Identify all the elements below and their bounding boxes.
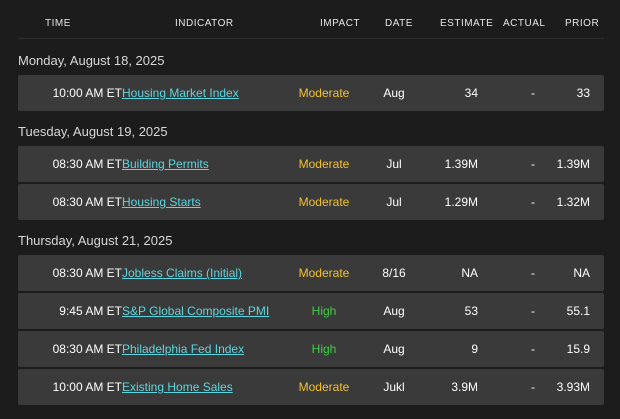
row-period: 8/16 [382, 266, 406, 280]
impact-badge: Moderate [298, 86, 350, 100]
row-time: 10:00 AM ET [52, 380, 122, 394]
indicator-link[interactable]: Building Permits [122, 146, 209, 182]
impact-badge: Moderate [298, 195, 350, 209]
row-time: 10:00 AM ET [52, 86, 122, 100]
row-time: 08:30 AM ET [52, 342, 122, 356]
table-header: TIME INDICATOR IMPACT DATE ESTIMATE ACTU… [18, 0, 604, 39]
row-time: 9:45 AM ET [59, 304, 122, 318]
table-row[interactable]: 08:30 AM ET Jobless Claims (Initial) Mod… [18, 255, 604, 291]
header-time: TIME [45, 18, 71, 29]
date-group-heading: Thursday, August 21, 2025 [18, 233, 173, 248]
row-period: Aug [383, 342, 405, 356]
impact-badge: Moderate [298, 157, 350, 171]
row-prior: 1.32M [556, 195, 590, 209]
row-time: 08:30 AM ET [52, 195, 122, 209]
indicator-link[interactable]: Philadelphia Fed Index [122, 331, 244, 367]
table-row[interactable]: 08:30 AM ET Housing Starts Moderate Jul … [18, 184, 604, 220]
date-group-heading: Monday, August 18, 2025 [18, 53, 165, 68]
row-period: Jul [386, 195, 402, 209]
table-row[interactable]: 10:00 AM ET Housing Market Index Moderat… [18, 75, 604, 111]
row-estimate: 53 [464, 304, 478, 318]
header-prior: PRIOR [565, 18, 600, 29]
row-estimate: 9 [471, 342, 478, 356]
indicator-link[interactable]: Jobless Claims (Initial) [122, 255, 242, 291]
row-period: Jukl [383, 380, 405, 394]
row-estimate: 1.39M [444, 157, 478, 171]
row-prior: 33 [576, 86, 590, 100]
table-row[interactable]: 08:30 AM ET Philadelphia Fed Index High … [18, 331, 604, 367]
row-estimate: 1.29M [444, 195, 478, 209]
date-group-heading: Tuesday, August 19, 2025 [18, 124, 168, 139]
row-prior: 55.1 [566, 304, 590, 318]
indicator-link[interactable]: S&P Global Composite PMI [122, 293, 269, 329]
impact-badge: High [311, 342, 337, 356]
row-period: Aug [383, 304, 405, 318]
row-estimate: 34 [464, 86, 478, 100]
indicator-link[interactable]: Housing Starts [122, 184, 201, 220]
impact-badge: Moderate [298, 380, 350, 394]
row-prior: NA [573, 266, 590, 280]
economic-calendar: TIME INDICATOR IMPACT DATE ESTIMATE ACTU… [0, 0, 620, 419]
impact-badge: High [311, 304, 337, 318]
row-time: 08:30 AM ET [52, 157, 122, 171]
indicator-link[interactable]: Existing Home Sales [122, 369, 233, 405]
row-prior: 15.9 [566, 342, 590, 356]
row-period: Aug [383, 86, 405, 100]
header-date: DATE [385, 18, 413, 29]
header-indicator: INDICATOR [175, 18, 234, 29]
header-actual: ACTUAL [503, 18, 546, 29]
row-estimate: NA [461, 266, 478, 280]
header-estimate: ESTIMATE [440, 18, 494, 29]
row-time: 08:30 AM ET [52, 266, 122, 280]
impact-badge: Moderate [298, 266, 350, 280]
row-period: Jul [386, 157, 402, 171]
row-prior: 1.39M [556, 157, 590, 171]
table-row[interactable]: 10:00 AM ET Existing Home Sales Moderate… [18, 369, 604, 405]
row-estimate: 3.9M [451, 380, 478, 394]
header-impact: IMPACT [320, 18, 361, 29]
table-row[interactable]: 08:30 AM ET Building Permits Moderate Ju… [18, 146, 604, 182]
row-prior: 3.93M [556, 380, 590, 394]
indicator-link[interactable]: Housing Market Index [122, 75, 239, 111]
table-row[interactable]: 9:45 AM ET S&P Global Composite PMI High… [18, 293, 604, 329]
